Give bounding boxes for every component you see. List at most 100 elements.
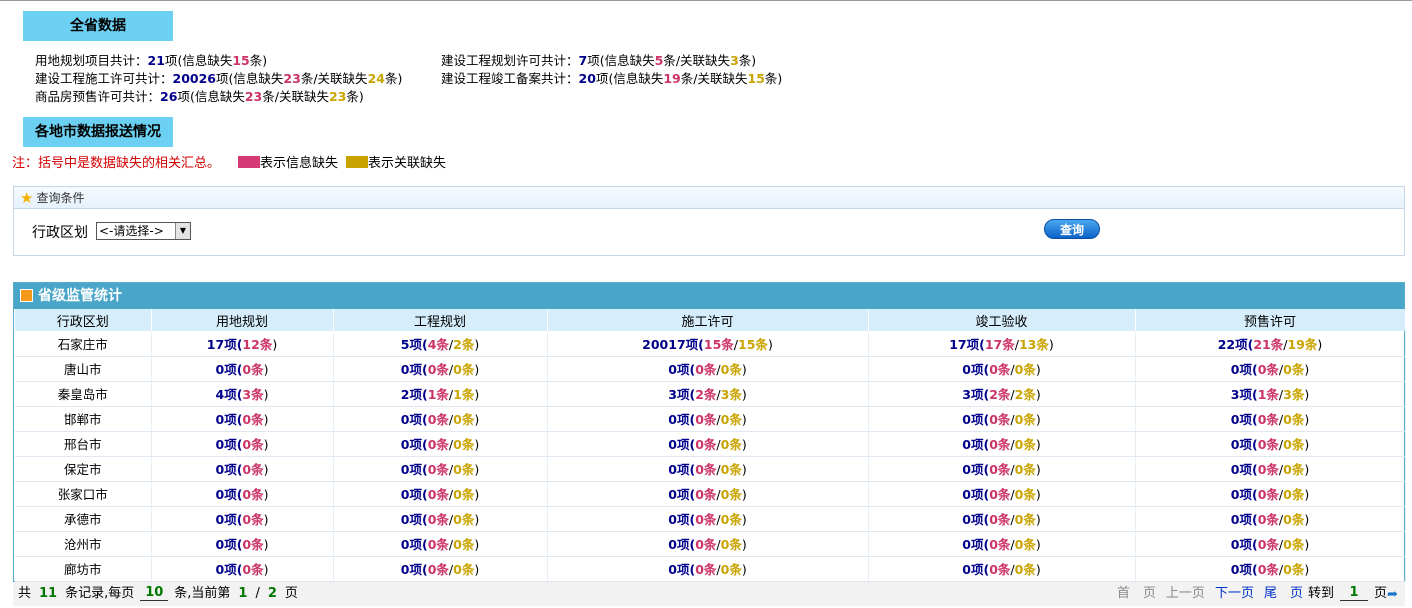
- cell-count[interactable]: 3: [668, 387, 677, 402]
- cell-related-missing[interactable]: 0: [1283, 562, 1292, 577]
- cell-count[interactable]: 0: [215, 537, 224, 552]
- cell-count[interactable]: 0: [962, 462, 971, 477]
- cell-info-missing[interactable]: 0: [695, 462, 704, 477]
- cell-count[interactable]: 0: [215, 412, 224, 427]
- first-page-link[interactable]: 首 页: [1117, 586, 1156, 601]
- cell-info-missing[interactable]: 0: [242, 487, 251, 502]
- cell-related-missing[interactable]: 3: [1283, 387, 1292, 402]
- cell-count[interactable]: 0: [668, 512, 677, 527]
- cell-info-missing[interactable]: 0: [989, 462, 998, 477]
- cell-info-missing[interactable]: 0: [989, 562, 998, 577]
- cell-related-missing[interactable]: 0: [453, 512, 462, 527]
- cell-related-missing[interactable]: 0: [453, 537, 462, 552]
- cell-count[interactable]: 0: [668, 462, 677, 477]
- cell-info-missing[interactable]: 3: [242, 387, 251, 402]
- cell-count[interactable]: 0: [962, 537, 971, 552]
- cell-count[interactable]: 0: [962, 437, 971, 452]
- cell-info-missing[interactable]: 0: [695, 537, 704, 552]
- next-page-link[interactable]: 下一页: [1215, 586, 1254, 601]
- cell-count[interactable]: 0: [668, 437, 677, 452]
- cell-count[interactable]: 3: [962, 387, 971, 402]
- per-page-input[interactable]: 10: [140, 585, 169, 601]
- cell-info-missing[interactable]: 0: [989, 362, 998, 377]
- cell-related-missing[interactable]: 0: [1283, 512, 1292, 527]
- cell-count[interactable]: 0: [962, 487, 971, 502]
- region-select[interactable]: <-请选择-> ▼: [96, 222, 191, 240]
- cell-count[interactable]: 0: [668, 487, 677, 502]
- cell-info-missing[interactable]: 0: [989, 412, 998, 427]
- cell-related-missing[interactable]: 13: [1019, 337, 1036, 352]
- cell-info-missing[interactable]: 2: [695, 387, 704, 402]
- cell-related-missing[interactable]: 0: [453, 412, 462, 427]
- cell-info-missing[interactable]: 0: [695, 512, 704, 527]
- cell-count[interactable]: 0: [668, 412, 677, 427]
- cell-count[interactable]: 0: [215, 512, 224, 527]
- cell-count[interactable]: 22: [1218, 337, 1235, 352]
- cell-info-missing[interactable]: 15: [704, 337, 721, 352]
- cell-related-missing[interactable]: 19: [1287, 337, 1304, 352]
- cell-count[interactable]: 0: [962, 562, 971, 577]
- dropdown-arrow-icon[interactable]: ▼: [175, 223, 190, 239]
- col-header-region[interactable]: 行政区划: [15, 309, 152, 331]
- cell-info-missing[interactable]: 0: [695, 362, 704, 377]
- cell-info-missing[interactable]: 0: [695, 562, 704, 577]
- go-arrow-icon[interactable]: ➦: [1387, 584, 1401, 602]
- cell-related-missing[interactable]: 0: [453, 487, 462, 502]
- cell-info-missing[interactable]: 0: [242, 362, 251, 377]
- cell-count[interactable]: 0: [962, 512, 971, 527]
- cell-info-missing[interactable]: 0: [695, 437, 704, 452]
- cell-related-missing[interactable]: 0: [1283, 412, 1292, 427]
- cell-count[interactable]: 0: [215, 462, 224, 477]
- cell-info-missing[interactable]: 0: [989, 537, 998, 552]
- col-header-plan[interactable]: 工程规划: [333, 309, 548, 331]
- cell-info-missing[interactable]: 2: [989, 387, 998, 402]
- cell-count[interactable]: 0: [962, 412, 971, 427]
- cell-info-missing[interactable]: 0: [242, 512, 251, 527]
- cell-count[interactable]: 0: [668, 362, 677, 377]
- cell-related-missing[interactable]: 0: [453, 362, 462, 377]
- cell-info-missing[interactable]: 0: [695, 412, 704, 427]
- cell-info-missing[interactable]: 0: [695, 487, 704, 502]
- col-header-done[interactable]: 竣工验收: [868, 309, 1136, 331]
- cell-count[interactable]: 20017: [642, 337, 686, 352]
- cell-info-missing[interactable]: 0: [989, 437, 998, 452]
- cell-related-missing[interactable]: 0: [453, 462, 462, 477]
- cell-info-missing[interactable]: 0: [242, 412, 251, 427]
- cell-count[interactable]: 0: [215, 362, 224, 377]
- cell-count[interactable]: 4: [215, 387, 224, 402]
- search-button[interactable]: 查询: [1044, 219, 1100, 239]
- cell-count[interactable]: 0: [215, 437, 224, 452]
- cell-related-missing[interactable]: 0: [1283, 437, 1292, 452]
- cell-related-missing[interactable]: 0: [453, 562, 462, 577]
- cell-info-missing[interactable]: 0: [989, 487, 998, 502]
- cell-info-missing[interactable]: 0: [989, 512, 998, 527]
- cell-related-missing[interactable]: 0: [1283, 537, 1292, 552]
- cell-count[interactable]: 17: [949, 337, 966, 352]
- prev-page-link[interactable]: 上一页: [1166, 586, 1205, 601]
- cell-count[interactable]: 0: [962, 362, 971, 377]
- cell-related-missing[interactable]: 0: [1283, 362, 1292, 377]
- cell-info-missing[interactable]: 21: [1253, 337, 1270, 352]
- goto-page-input[interactable]: 1: [1339, 585, 1368, 601]
- cell-count[interactable]: 0: [668, 562, 677, 577]
- cell-info-missing[interactable]: 12: [242, 337, 259, 352]
- cell-count[interactable]: 0: [668, 537, 677, 552]
- cell-count[interactable]: 17: [207, 337, 224, 352]
- cell-info-missing[interactable]: 17: [985, 337, 1002, 352]
- col-header-build[interactable]: 施工许可: [547, 309, 869, 331]
- cell-count[interactable]: 0: [215, 562, 224, 577]
- cell-count[interactable]: 0: [215, 487, 224, 502]
- cell-related-missing[interactable]: 2: [453, 337, 462, 352]
- cell-info-missing[interactable]: 0: [242, 437, 251, 452]
- cell-related-missing[interactable]: 0: [1283, 462, 1292, 477]
- cell-info-missing[interactable]: 0: [242, 537, 251, 552]
- col-header-land[interactable]: 用地规划: [151, 309, 334, 331]
- cell-related-missing[interactable]: 0: [453, 437, 462, 452]
- cell-related-missing[interactable]: 1: [453, 387, 462, 402]
- col-header-sale[interactable]: 预售许可: [1135, 309, 1406, 331]
- cell-info-missing[interactable]: 0: [242, 562, 251, 577]
- cell-related-missing[interactable]: 15: [738, 337, 755, 352]
- cell-related-missing[interactable]: 0: [1283, 487, 1292, 502]
- last-page-link[interactable]: 尾 页: [1264, 586, 1303, 601]
- cell-info-missing[interactable]: 0: [242, 462, 251, 477]
